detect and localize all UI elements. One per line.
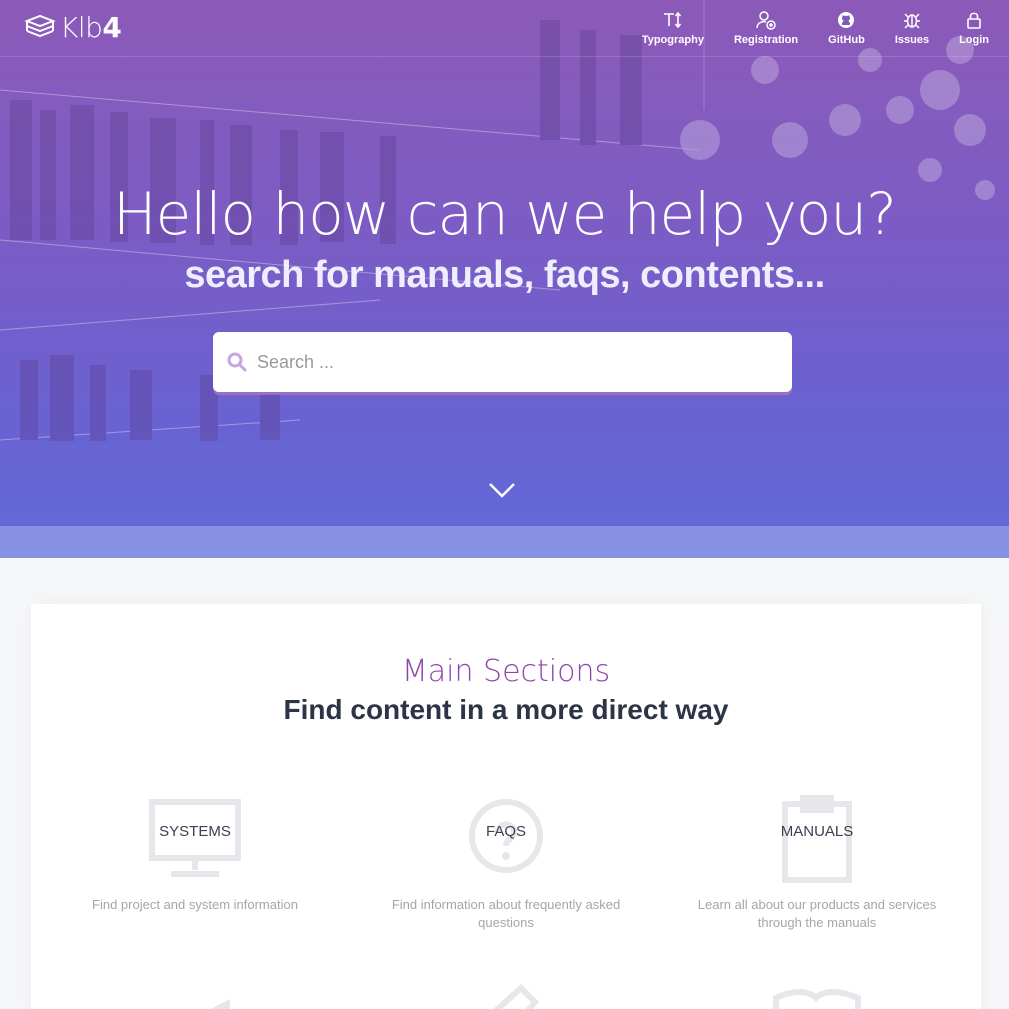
hero-bottom-band (0, 526, 1009, 558)
search-icon (227, 352, 247, 372)
lock-icon (964, 10, 984, 30)
bug-icon (902, 10, 922, 30)
feature-label: SYSTEMS (159, 823, 231, 840)
feature-systems[interactable]: SYSTEMS Find project and system informat… (50, 794, 340, 914)
search-input[interactable] (257, 332, 792, 392)
main-sections-card: Main Sections Find content in a more dir… (31, 604, 981, 1009)
book-icon (773, 989, 861, 1009)
nav-menu: Typography Registration GitHub Issues Lo… (612, 10, 989, 46)
hero-section: Klb4 Typography Registration GitHub Issu… (0, 0, 1009, 558)
github-icon (836, 10, 856, 30)
feature-icon-wrap: FAQS (456, 794, 556, 884)
search-box (213, 332, 792, 392)
nav-github[interactable]: GitHub (828, 10, 865, 46)
feature-icon-wrap: SYSTEMS (145, 794, 245, 884)
nav-typography[interactable]: Typography (642, 10, 704, 46)
brand-name: Klb4 (60, 10, 122, 44)
brand-logo[interactable]: Klb4 (24, 10, 122, 44)
hero-title: Hello how can we help you? (113, 180, 897, 248)
feature-manuals[interactable]: MANUALS Learn all about our products and… (672, 794, 962, 932)
add-user-icon (756, 10, 776, 30)
pencil-icon (493, 984, 540, 1009)
nav-label: Registration (733, 34, 799, 46)
chevron-down-icon[interactable] (487, 478, 517, 502)
feature-label: MANUALS (780, 823, 854, 840)
feature-description: Learn all about our products and service… (697, 897, 937, 930)
nav-issues[interactable]: Issues (895, 10, 929, 46)
nav-label: Login (959, 34, 989, 46)
nav-label: Issues (894, 34, 930, 46)
section-subtitle: Find content in a more direct way (283, 694, 729, 725)
megaphone-icon (211, 999, 230, 1009)
nav-login[interactable]: Login (959, 10, 989, 46)
feature-description: Find project and system information (92, 897, 298, 912)
feature-faqs[interactable]: FAQS Find information about frequently a… (361, 794, 651, 932)
hero-subtitle: search for manuals, faqs, contents... (184, 254, 825, 296)
nav-label: GitHub (828, 34, 865, 46)
books-logo-icon (24, 14, 56, 38)
nav-registration[interactable]: Registration (734, 10, 798, 46)
text-size-icon (663, 10, 683, 30)
top-navbar: Klb4 Typography Registration GitHub Issu… (0, 0, 1009, 57)
feature-description: Find information about frequently asked … (391, 897, 621, 930)
feature-label: FAQS (485, 823, 526, 840)
section-title: Main Sections (401, 654, 611, 689)
feature-icon-wrap: MANUALS (767, 794, 867, 884)
nav-label: Typography (641, 34, 704, 46)
